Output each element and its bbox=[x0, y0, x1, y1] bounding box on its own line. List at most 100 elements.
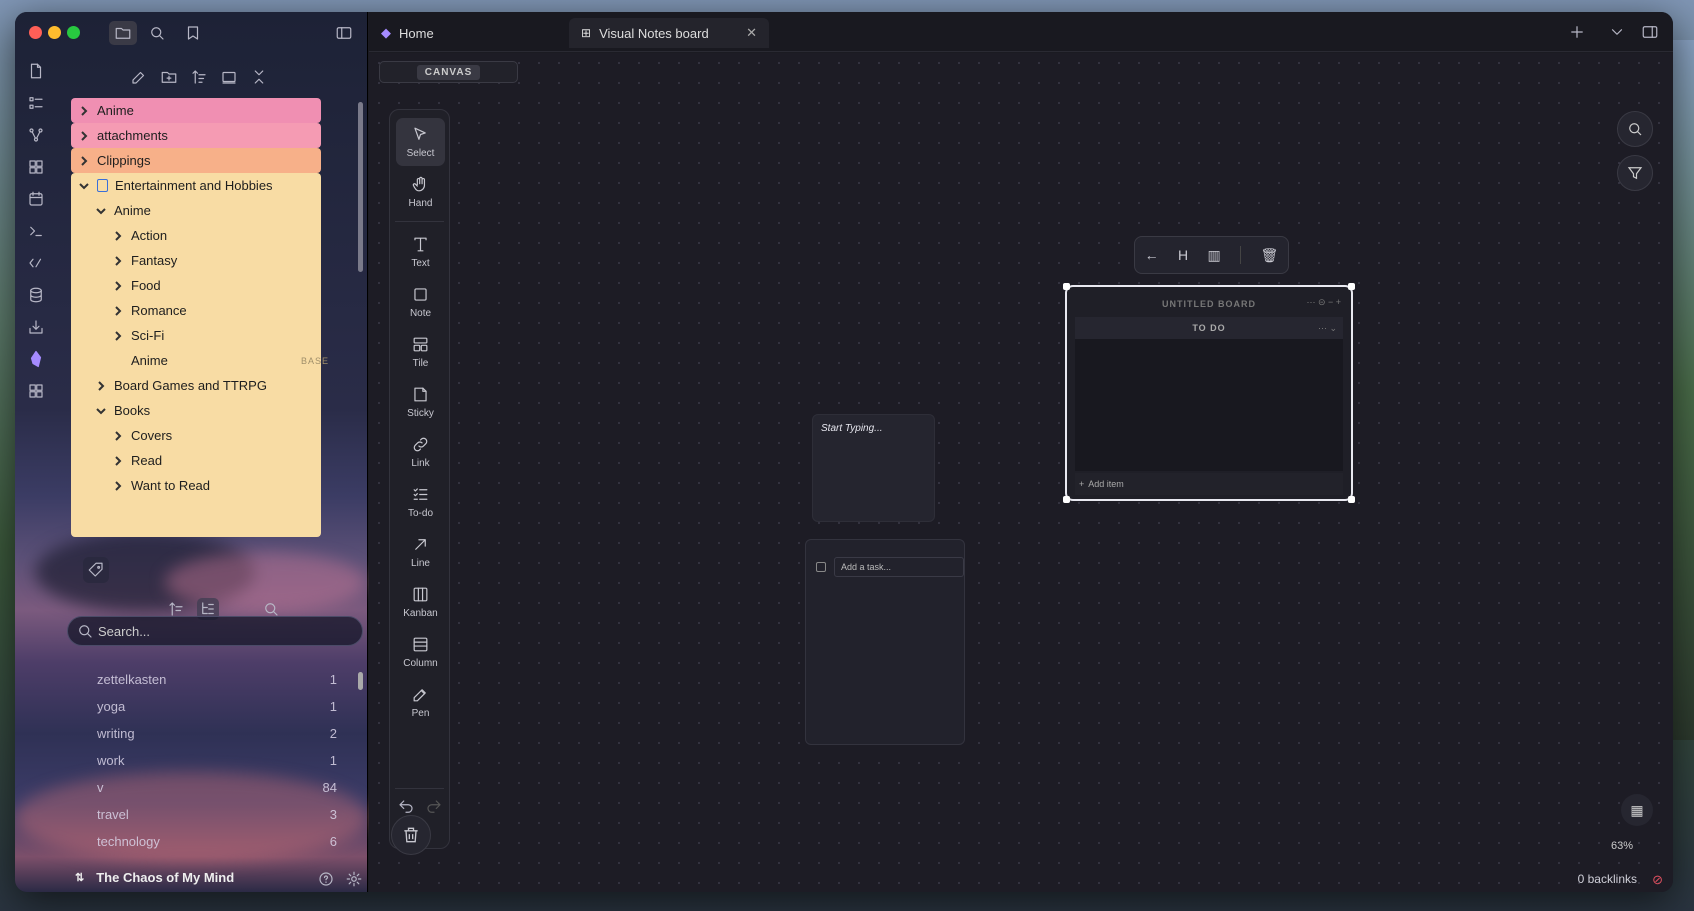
close-tab-icon[interactable]: ✕ bbox=[746, 25, 757, 41]
tool-column[interactable]: Column bbox=[396, 628, 445, 676]
scrollbar[interactable] bbox=[358, 102, 363, 272]
todo-input[interactable]: Add a task... bbox=[834, 557, 964, 577]
zoom-window-button[interactable] bbox=[67, 26, 80, 39]
tree-item[interactable]: Anime bbox=[71, 98, 321, 123]
new-note-icon[interactable] bbox=[128, 66, 150, 88]
tag-item[interactable]: yoga 1 bbox=[71, 693, 351, 720]
tree-item[interactable]: Sci-Fi bbox=[71, 323, 351, 348]
resize-handle[interactable] bbox=[1063, 496, 1070, 503]
column-menu-icon[interactable]: ⋯ ⌄ bbox=[1318, 323, 1337, 334]
help-icon[interactable] bbox=[315, 868, 337, 890]
tree-item[interactable]: Books bbox=[71, 398, 351, 423]
add-item-button[interactable]: + Add item bbox=[1075, 473, 1343, 495]
new-note-icon[interactable] bbox=[25, 60, 47, 82]
column-header[interactable]: TO DO bbox=[1075, 317, 1343, 339]
tree-item[interactable]: Entertainment and Hobbies bbox=[71, 173, 321, 198]
tool-note[interactable]: Note bbox=[396, 278, 445, 326]
tag-item[interactable]: travel 3 bbox=[71, 801, 351, 828]
map-icon[interactable]: ▦ bbox=[1621, 794, 1653, 826]
tag-item[interactable]: technology 6 bbox=[71, 828, 351, 855]
obsidian-icon[interactable] bbox=[25, 348, 47, 370]
sticky-note[interactable]: Start Typing... bbox=[812, 414, 935, 522]
tree-item[interactable]: Want to Read bbox=[71, 473, 351, 498]
tag-item[interactable]: zettelkasten 1 bbox=[71, 666, 351, 693]
tree-item[interactable]: Anime BASE bbox=[71, 348, 351, 373]
filter-icon[interactable] bbox=[1617, 155, 1653, 191]
redo-icon[interactable] bbox=[423, 796, 445, 818]
new-folder-icon[interactable] bbox=[158, 66, 180, 88]
tree-item[interactable]: Fantasy bbox=[71, 248, 351, 273]
tag-item[interactable]: work 1 bbox=[71, 747, 351, 774]
gear-icon[interactable] bbox=[343, 868, 365, 890]
sidebar-toggle-icon[interactable] bbox=[333, 22, 355, 44]
tree-item[interactable]: Read bbox=[71, 448, 351, 473]
board-title[interactable]: UNTITLED BOARD bbox=[1073, 293, 1345, 315]
close-window-button[interactable] bbox=[29, 26, 42, 39]
tool-select[interactable]: Select bbox=[396, 118, 445, 166]
tag-item[interactable]: writing 2 bbox=[71, 720, 351, 747]
trash-icon[interactable] bbox=[391, 815, 431, 855]
calendar-icon[interactable] bbox=[25, 188, 47, 210]
sync-off-icon[interactable]: ⊘ bbox=[1652, 872, 1663, 888]
grid-icon[interactable] bbox=[25, 156, 47, 178]
vault-switcher[interactable]: ⇅ The Chaos of My Mind bbox=[75, 870, 234, 885]
split-view-icon[interactable]: ▥ bbox=[1208, 247, 1221, 264]
tree-item[interactable]: attachments bbox=[71, 123, 321, 148]
tag-search-input[interactable]: Search... bbox=[67, 616, 363, 646]
tool-kanban[interactable]: Kanban bbox=[396, 578, 445, 626]
tool-to-do[interactable]: To-do bbox=[396, 478, 445, 526]
tool-hand[interactable]: Hand bbox=[396, 168, 445, 216]
graph-icon[interactable] bbox=[25, 124, 47, 146]
note-icon bbox=[414, 288, 427, 301]
database-icon[interactable] bbox=[25, 284, 47, 306]
tree-item[interactable]: Anime bbox=[71, 198, 351, 223]
right-sidebar-toggle-icon[interactable] bbox=[1639, 21, 1661, 43]
tree-item[interactable]: Food bbox=[71, 273, 351, 298]
bookmark-icon[interactable] bbox=[182, 22, 204, 44]
tool-text[interactable]: Text bbox=[396, 228, 445, 276]
backlinks-count[interactable]: 0 backlinks bbox=[1578, 872, 1637, 886]
collapse-all-icon[interactable] bbox=[248, 66, 270, 88]
tab-visual-notes-board[interactable]: ⊞ Visual Notes board ✕ bbox=[569, 18, 769, 48]
kanban-board[interactable]: UNTITLED BOARD ⋯ ⊝ − + TO DO ⋯ ⌄ + Add it… bbox=[1063, 283, 1355, 503]
tree-item[interactable]: Covers bbox=[71, 423, 351, 448]
arrow-left-icon[interactable]: ← bbox=[1145, 247, 1159, 263]
delete-icon[interactable]: 🗑 bbox=[1260, 247, 1278, 264]
import-icon[interactable] bbox=[25, 316, 47, 338]
list-icon[interactable] bbox=[25, 92, 47, 114]
todo-checkbox[interactable] bbox=[816, 562, 826, 572]
new-tab-icon[interactable] bbox=[1566, 21, 1588, 43]
resize-handle[interactable] bbox=[1348, 283, 1355, 290]
sort-icon[interactable] bbox=[188, 66, 210, 88]
canvas-area[interactable]: CANVAS Select Hand Text Note Tile Sticky Link T… bbox=[369, 53, 1673, 892]
board-controls[interactable]: ⋯ ⊝ − + bbox=[1306, 297, 1341, 308]
todo-card[interactable]: Add a task... bbox=[805, 539, 965, 745]
tree-item[interactable]: Clippings bbox=[71, 148, 321, 173]
sticky-placeholder[interactable]: Start Typing... bbox=[813, 415, 934, 442]
tree-item[interactable]: Action bbox=[71, 223, 351, 248]
tree-item[interactable]: Board Games and TTRPG bbox=[71, 373, 351, 398]
tool-line[interactable]: Line bbox=[396, 528, 445, 576]
tool-link[interactable]: Link bbox=[396, 428, 445, 476]
heading-button[interactable]: H bbox=[1178, 247, 1188, 263]
apps-icon[interactable] bbox=[25, 380, 47, 402]
tree-item[interactable]: Romance bbox=[71, 298, 351, 323]
view-icon[interactable] bbox=[218, 66, 240, 88]
tab-home[interactable]: ◆ Home bbox=[381, 18, 434, 48]
minimize-window-button[interactable] bbox=[48, 26, 61, 39]
folder-icon[interactable] bbox=[109, 21, 137, 45]
tag-item[interactable]: v 84 bbox=[71, 774, 351, 801]
search-icon[interactable] bbox=[146, 22, 168, 44]
tool-tile[interactable]: Tile bbox=[396, 328, 445, 376]
tool-pen[interactable]: Pen bbox=[396, 678, 445, 726]
chevron-down-icon[interactable] bbox=[1606, 21, 1628, 43]
scrollbar[interactable] bbox=[358, 672, 363, 690]
canvas-search-icon[interactable] bbox=[1617, 111, 1653, 147]
resize-handle[interactable] bbox=[1063, 283, 1070, 290]
template-icon[interactable] bbox=[25, 252, 47, 274]
tags-icon[interactable] bbox=[83, 557, 109, 583]
zoom-level[interactable]: 63% bbox=[1611, 840, 1633, 852]
resize-handle[interactable] bbox=[1348, 496, 1355, 503]
terminal-icon[interactable] bbox=[25, 220, 47, 242]
tool-sticky[interactable]: Sticky bbox=[396, 378, 445, 426]
